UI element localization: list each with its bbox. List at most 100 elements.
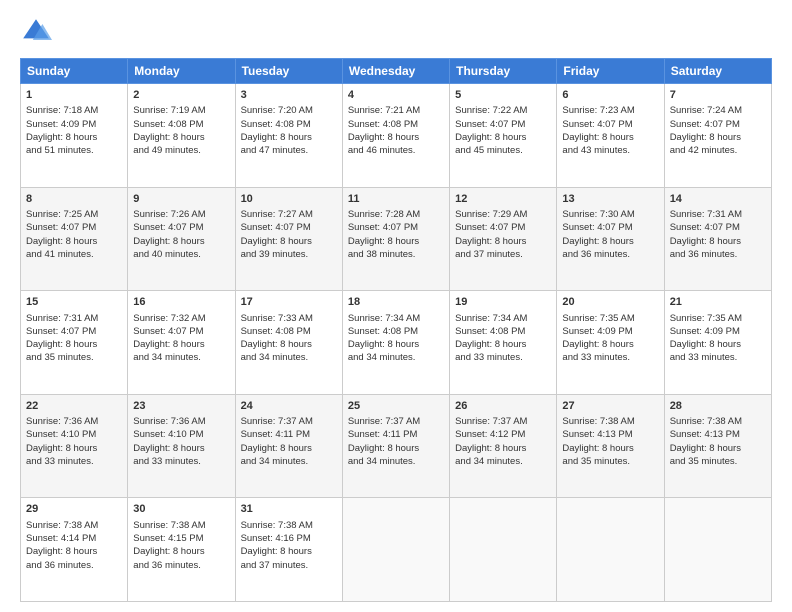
cell-line: Sunset: 4:10 PM [133, 428, 229, 441]
cell-line: and 47 minutes. [241, 144, 337, 157]
cell-line: Sunrise: 7:35 AM [562, 312, 658, 325]
cell-line: and 51 minutes. [26, 144, 122, 157]
cell-line: Sunset: 4:08 PM [241, 325, 337, 338]
logo-icon [20, 16, 52, 48]
calendar-cell: 21Sunrise: 7:35 AMSunset: 4:09 PMDayligh… [664, 291, 771, 395]
cell-line: Sunset: 4:07 PM [133, 221, 229, 234]
cell-line: Sunset: 4:07 PM [670, 221, 766, 234]
cell-line: Sunset: 4:07 PM [133, 325, 229, 338]
cell-line: and 37 minutes. [455, 248, 551, 261]
cell-line: and 33 minutes. [133, 455, 229, 468]
cell-line: Sunset: 4:08 PM [455, 325, 551, 338]
cell-line: Daylight: 8 hours [670, 442, 766, 455]
day-header-sunday: Sunday [21, 59, 128, 84]
day-number: 31 [241, 502, 337, 517]
cell-line: and 35 minutes. [26, 351, 122, 364]
cell-line: and 33 minutes. [562, 351, 658, 364]
cell-line: Sunset: 4:10 PM [26, 428, 122, 441]
calendar-cell: 7Sunrise: 7:24 AMSunset: 4:07 PMDaylight… [664, 84, 771, 188]
calendar-cell: 9Sunrise: 7:26 AMSunset: 4:07 PMDaylight… [128, 187, 235, 291]
cell-line: Daylight: 8 hours [348, 235, 444, 248]
day-header-friday: Friday [557, 59, 664, 84]
cell-line: Sunrise: 7:26 AM [133, 208, 229, 221]
cell-line: Daylight: 8 hours [348, 131, 444, 144]
cell-line: Sunset: 4:07 PM [455, 221, 551, 234]
calendar-cell: 16Sunrise: 7:32 AMSunset: 4:07 PMDayligh… [128, 291, 235, 395]
cell-line: Daylight: 8 hours [455, 442, 551, 455]
calendar-cell: 8Sunrise: 7:25 AMSunset: 4:07 PMDaylight… [21, 187, 128, 291]
cell-line: and 42 minutes. [670, 144, 766, 157]
day-number: 23 [133, 399, 229, 414]
cell-line: Daylight: 8 hours [241, 545, 337, 558]
cell-line: Sunset: 4:07 PM [562, 221, 658, 234]
cell-line: Daylight: 8 hours [26, 235, 122, 248]
cell-line: Sunrise: 7:38 AM [133, 519, 229, 532]
week-row-4: 22Sunrise: 7:36 AMSunset: 4:10 PMDayligh… [21, 394, 772, 498]
calendar-cell: 11Sunrise: 7:28 AMSunset: 4:07 PMDayligh… [342, 187, 449, 291]
cell-line: Daylight: 8 hours [133, 235, 229, 248]
cell-line: Sunrise: 7:38 AM [670, 415, 766, 428]
calendar-cell: 28Sunrise: 7:38 AMSunset: 4:13 PMDayligh… [664, 394, 771, 498]
cell-line: Daylight: 8 hours [241, 338, 337, 351]
cell-line: Sunset: 4:13 PM [670, 428, 766, 441]
cell-line: Sunrise: 7:20 AM [241, 104, 337, 117]
cell-line: Daylight: 8 hours [133, 545, 229, 558]
week-row-1: 1Sunrise: 7:18 AMSunset: 4:09 PMDaylight… [21, 84, 772, 188]
cell-line: Sunrise: 7:31 AM [670, 208, 766, 221]
cell-line: Daylight: 8 hours [670, 131, 766, 144]
cell-line: Daylight: 8 hours [670, 338, 766, 351]
calendar-cell: 27Sunrise: 7:38 AMSunset: 4:13 PMDayligh… [557, 394, 664, 498]
week-row-5: 29Sunrise: 7:38 AMSunset: 4:14 PMDayligh… [21, 498, 772, 602]
calendar-cell: 2Sunrise: 7:19 AMSunset: 4:08 PMDaylight… [128, 84, 235, 188]
cell-line: Sunset: 4:07 PM [562, 118, 658, 131]
cell-line: and 41 minutes. [26, 248, 122, 261]
day-number: 29 [26, 502, 122, 517]
cell-line: and 34 minutes. [133, 351, 229, 364]
day-number: 14 [670, 192, 766, 207]
cell-line: Sunrise: 7:25 AM [26, 208, 122, 221]
cell-line: Sunset: 4:07 PM [455, 118, 551, 131]
calendar-cell: 6Sunrise: 7:23 AMSunset: 4:07 PMDaylight… [557, 84, 664, 188]
cell-line: Sunset: 4:12 PM [455, 428, 551, 441]
calendar-cell [557, 498, 664, 602]
cell-line: Daylight: 8 hours [133, 442, 229, 455]
cell-line: Sunset: 4:08 PM [348, 118, 444, 131]
cell-line: Sunrise: 7:19 AM [133, 104, 229, 117]
calendar-cell: 19Sunrise: 7:34 AMSunset: 4:08 PMDayligh… [450, 291, 557, 395]
calendar-cell: 4Sunrise: 7:21 AMSunset: 4:08 PMDaylight… [342, 84, 449, 188]
cell-line: Daylight: 8 hours [241, 235, 337, 248]
cell-line: Sunrise: 7:38 AM [26, 519, 122, 532]
day-number: 21 [670, 295, 766, 310]
cell-line: Daylight: 8 hours [455, 235, 551, 248]
day-header-monday: Monday [128, 59, 235, 84]
calendar-cell: 1Sunrise: 7:18 AMSunset: 4:09 PMDaylight… [21, 84, 128, 188]
calendar-header: SundayMondayTuesdayWednesdayThursdayFrid… [21, 59, 772, 84]
calendar-cell: 13Sunrise: 7:30 AMSunset: 4:07 PMDayligh… [557, 187, 664, 291]
cell-line: and 43 minutes. [562, 144, 658, 157]
calendar-cell: 25Sunrise: 7:37 AMSunset: 4:11 PMDayligh… [342, 394, 449, 498]
day-number: 5 [455, 88, 551, 103]
page: SundayMondayTuesdayWednesdayThursdayFrid… [0, 0, 792, 612]
calendar-cell: 17Sunrise: 7:33 AMSunset: 4:08 PMDayligh… [235, 291, 342, 395]
cell-line: Sunset: 4:13 PM [562, 428, 658, 441]
calendar-cell: 29Sunrise: 7:38 AMSunset: 4:14 PMDayligh… [21, 498, 128, 602]
cell-line: Sunrise: 7:30 AM [562, 208, 658, 221]
day-number: 27 [562, 399, 658, 414]
cell-line: Sunrise: 7:27 AM [241, 208, 337, 221]
calendar-cell: 20Sunrise: 7:35 AMSunset: 4:09 PMDayligh… [557, 291, 664, 395]
week-row-3: 15Sunrise: 7:31 AMSunset: 4:07 PMDayligh… [21, 291, 772, 395]
cell-line: Daylight: 8 hours [26, 545, 122, 558]
day-number: 12 [455, 192, 551, 207]
header-row: SundayMondayTuesdayWednesdayThursdayFrid… [21, 59, 772, 84]
calendar: SundayMondayTuesdayWednesdayThursdayFrid… [20, 58, 772, 602]
day-number: 26 [455, 399, 551, 414]
cell-line: Daylight: 8 hours [26, 442, 122, 455]
cell-line: Sunrise: 7:34 AM [348, 312, 444, 325]
cell-line: and 35 minutes. [562, 455, 658, 468]
cell-line: Sunset: 4:07 PM [26, 221, 122, 234]
day-number: 8 [26, 192, 122, 207]
calendar-cell [664, 498, 771, 602]
cell-line: and 40 minutes. [133, 248, 229, 261]
cell-line: and 34 minutes. [348, 351, 444, 364]
cell-line: Sunset: 4:07 PM [241, 221, 337, 234]
